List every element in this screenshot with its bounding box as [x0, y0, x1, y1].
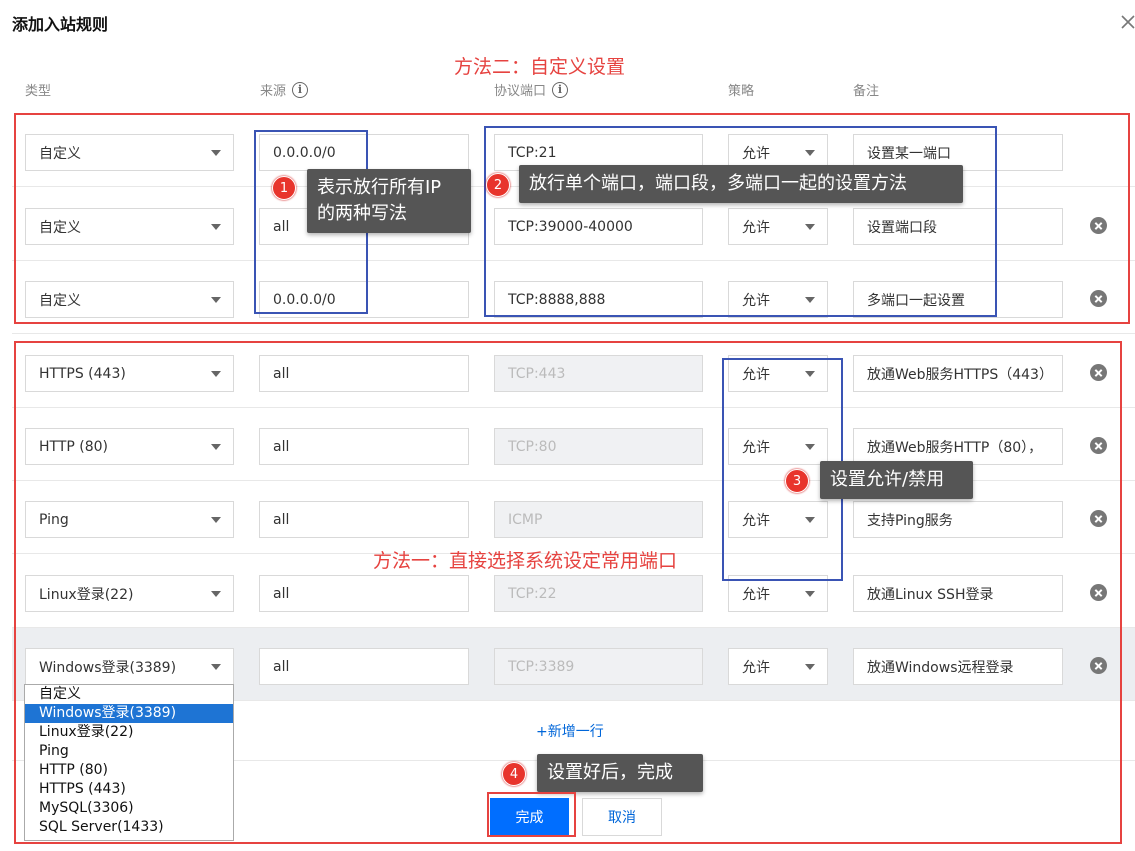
tooltip-source-line1: 表示放行所有IP: [317, 177, 442, 198]
header-type-label: 类型: [25, 84, 52, 99]
info-icon[interactable]: i: [552, 81, 569, 98]
step-badge-1: 1: [272, 176, 296, 200]
header-policy-label: 策略: [728, 84, 755, 99]
header-port: 协议端口 i: [494, 80, 569, 99]
header-source: 来源 i: [260, 80, 309, 99]
annotation-blue-box-port: [484, 126, 997, 317]
tooltip-complete: 设置好后，完成: [537, 754, 703, 792]
annotation-red-box-ok: [487, 792, 576, 837]
header-source-label: 来源: [260, 84, 287, 99]
tooltip-source-line2: 的两种写法: [317, 203, 407, 224]
step-badge-2: 2: [486, 173, 510, 197]
step-badge-4: 4: [502, 762, 526, 786]
info-icon[interactable]: i: [292, 81, 309, 98]
header-type: 类型: [25, 80, 51, 99]
header-policy: 策略: [728, 80, 754, 99]
tooltip-port: 放行单个端口，端口段，多端口一起的设置方法: [519, 165, 963, 203]
header-note-label: 备注: [853, 84, 880, 99]
tooltip-source: 表示放行所有IP 的两种写法: [307, 169, 471, 233]
tooltip-policy: 设置允许/禁用: [820, 461, 973, 499]
dialog-title: 添加入站规则: [12, 15, 109, 34]
annotation-method1: 方法一：直接选择系统设定常用端口: [373, 550, 678, 572]
header-port-label: 协议端口: [494, 84, 547, 99]
header-note: 备注: [853, 80, 879, 99]
annotation-method2: 方法二：自定义设置: [454, 56, 626, 78]
close-icon[interactable]: [1120, 14, 1135, 30]
step-badge-3: 3: [785, 469, 809, 493]
